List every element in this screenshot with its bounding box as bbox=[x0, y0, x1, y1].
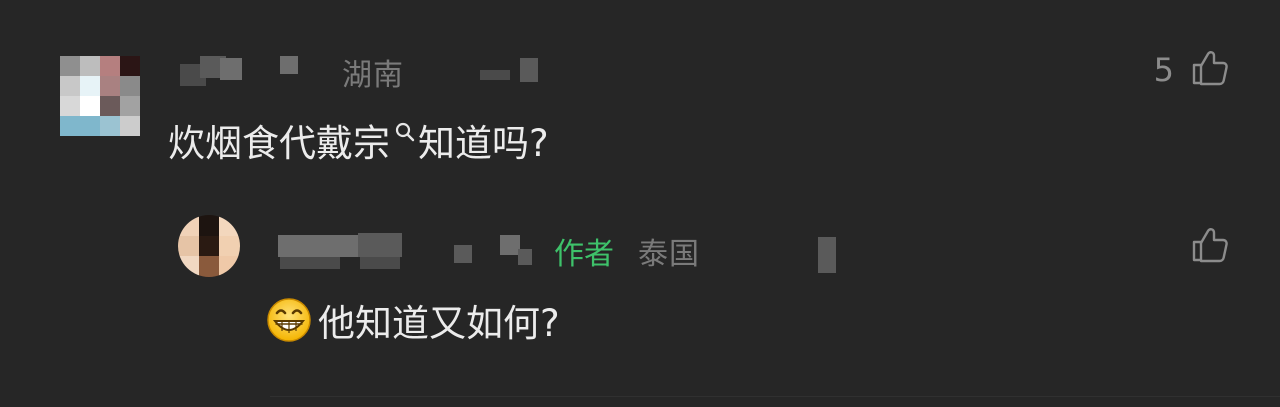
avatar-pixel bbox=[219, 235, 240, 257]
avatar-pixel bbox=[80, 56, 100, 76]
avatar-pixel bbox=[60, 116, 80, 136]
comment: 湖南 炊烟食代戴宗 知道吗? 5 bbox=[0, 0, 1280, 175]
thumbs-up-icon bbox=[1190, 225, 1230, 269]
divider bbox=[270, 396, 1280, 397]
comment-meta: 湖南 bbox=[170, 48, 570, 93]
avatar-pixel bbox=[120, 96, 140, 116]
avatar-pixel bbox=[100, 76, 120, 96]
avatar-pixel bbox=[80, 116, 100, 136]
author-tag: 作者 bbox=[554, 237, 614, 272]
avatar-pixel bbox=[198, 215, 220, 236]
avatar-pixel bbox=[60, 96, 80, 116]
thumbs-up-icon bbox=[1190, 48, 1230, 92]
comment-text-after: 知道吗? bbox=[418, 122, 549, 165]
avatar-pixel bbox=[100, 116, 120, 136]
like-button[interactable] bbox=[1190, 225, 1230, 269]
reply-text: 他知道又如何? bbox=[266, 293, 560, 347]
avatar-pixel bbox=[60, 56, 80, 76]
avatar-pixel bbox=[80, 76, 100, 96]
avatar[interactable] bbox=[60, 56, 140, 136]
avatar-pixel bbox=[60, 76, 80, 96]
comment-text: 炊烟食代戴宗 知道吗? bbox=[168, 113, 549, 167]
avatar-pixel bbox=[120, 116, 140, 136]
avatar-pixel bbox=[178, 235, 199, 257]
avatar[interactable] bbox=[178, 215, 240, 277]
location-label: 泰国 bbox=[638, 237, 700, 272]
avatar-pixel bbox=[219, 256, 240, 277]
reply-comment: 作者 泰国 他知道又如何? bbox=[0, 195, 1280, 407]
avatar-pixel bbox=[120, 76, 140, 96]
comment-text-before: 炊烟食代戴宗 bbox=[168, 122, 390, 165]
avatar-pixel bbox=[120, 56, 140, 76]
reply-text-content: 他知道又如何? bbox=[318, 302, 560, 345]
avatar-pixel bbox=[100, 56, 120, 76]
grinning-face-emoji bbox=[266, 297, 312, 343]
avatar-pixel bbox=[178, 215, 199, 236]
like-button[interactable]: 5 bbox=[1154, 48, 1230, 92]
like-count: 5 bbox=[1153, 51, 1174, 89]
location-label: 湖南 bbox=[342, 58, 404, 93]
avatar-pixel bbox=[100, 96, 120, 116]
avatar-pixel bbox=[80, 96, 100, 116]
avatar-pixel bbox=[198, 235, 220, 257]
reply-meta: 作者 泰国 bbox=[270, 229, 850, 273]
avatar-pixel bbox=[198, 256, 220, 277]
search-icon[interactable] bbox=[394, 115, 416, 145]
avatar-pixel bbox=[178, 256, 199, 277]
avatar-pixel bbox=[219, 215, 240, 236]
